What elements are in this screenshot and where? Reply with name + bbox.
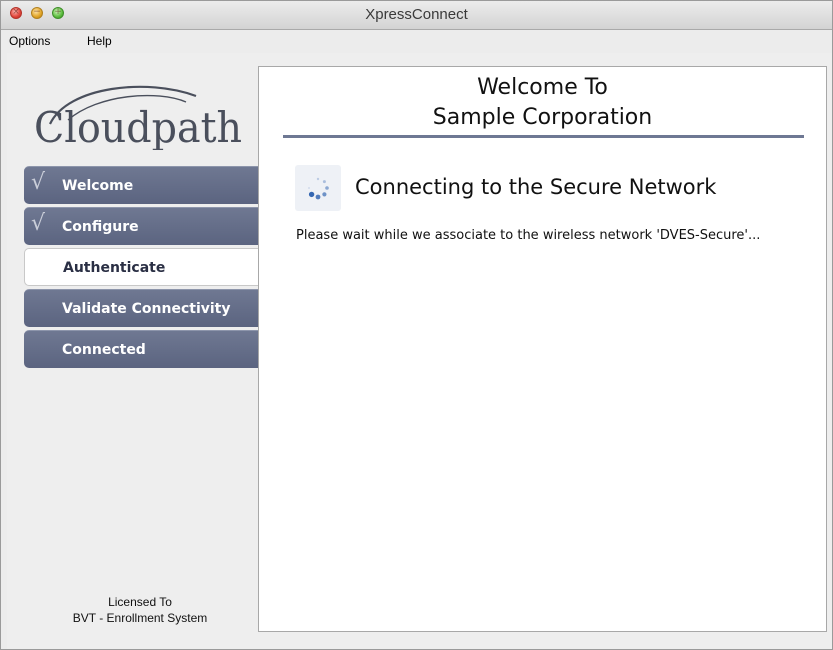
menu-bar: Options Help: [1, 30, 832, 52]
status-icon-box: [295, 165, 341, 211]
cloudpath-logo: Cloudpath: [34, 85, 242, 150]
license-holder: BVT - Enrollment System: [72, 611, 208, 625]
step-authenticate[interactable]: Authenticate: [24, 248, 260, 286]
step-label: Configure: [62, 219, 139, 235]
step-connected[interactable]: Connected: [24, 330, 260, 368]
step-label: Authenticate: [63, 260, 166, 276]
status-message: Please wait while we associate to the wi…: [296, 228, 761, 243]
checkmark-icon: √: [31, 211, 46, 236]
page-title-line2: Sample Corporation: [432, 105, 653, 130]
logo-text: Cloudpath: [34, 103, 242, 150]
step-welcome[interactable]: √ Welcome: [24, 166, 260, 204]
step-label: Connected: [62, 342, 146, 358]
page-title-line1: Welcome To: [477, 75, 608, 100]
step-label: Validate Connectivity: [62, 301, 231, 317]
step-validate-connectivity[interactable]: Validate Connectivity: [24, 289, 260, 327]
step-configure[interactable]: √ Configure: [24, 207, 260, 245]
license-label: Licensed To: [108, 595, 172, 609]
step-label: Welcome: [62, 178, 134, 194]
menu-help[interactable]: Help: [87, 34, 112, 48]
menu-options[interactable]: Options: [9, 34, 50, 48]
license-info: Licensed To BVT - Enrollment System: [40, 594, 240, 626]
loading-spinner-icon: [308, 177, 329, 200]
checkmark-icon: √: [31, 170, 46, 195]
status-heading: Connecting to the Secure Network: [355, 175, 717, 199]
title-divider: [283, 135, 804, 138]
window-title: XpressConnect: [365, 6, 468, 23]
title-bar: × − + XpressConnect: [1, 1, 832, 30]
content-panel: Welcome To Sample Corporation Connecting…: [258, 66, 827, 632]
page-title: Welcome To Sample Corporation: [259, 73, 826, 133]
